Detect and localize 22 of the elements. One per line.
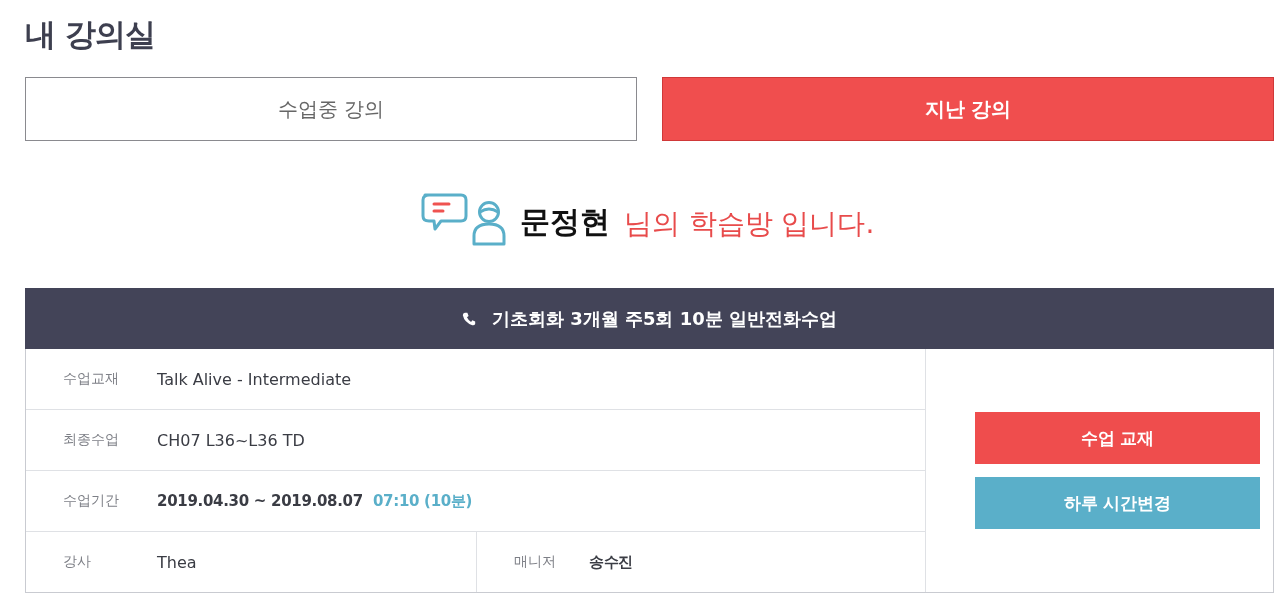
phone-icon: [461, 311, 476, 326]
field-label: 수업교재: [63, 370, 120, 388]
field-value: Thea: [157, 552, 197, 572]
course-tab[interactable]: 수업중 강의: [25, 77, 637, 141]
class-time: 07:10 (10분): [372, 491, 473, 511]
course-title: 기초회화 3개월 주5회 10분 일반전화수업: [491, 306, 838, 331]
field-label: 강사: [63, 553, 92, 571]
field-value: Talk Alive - Intermediate: [157, 369, 352, 389]
change-time-button[interactable]: 하루 시간변경: [975, 477, 1260, 529]
textbook-button[interactable]: 수업 교재: [975, 412, 1260, 464]
field-value: CH07 L36~L36 TD: [157, 430, 305, 450]
field-value: 2019.04.30 ~ 2019.08.07: [157, 492, 363, 510]
person-icon: [471, 200, 506, 246]
greeting-message: 님의 학습방 입니다.: [623, 206, 875, 242]
course-tab[interactable]: 지난 강의: [662, 77, 1274, 141]
chat-bubble-icon: [420, 192, 468, 231]
page-title: 내 강의실: [25, 15, 156, 54]
field-value: 송수진: [589, 552, 634, 572]
user-name: 문정현: [519, 203, 610, 241]
field-label: 최종수업: [63, 431, 120, 449]
field-label: 수업기간: [63, 492, 120, 510]
field-label: 매니저: [514, 553, 557, 571]
